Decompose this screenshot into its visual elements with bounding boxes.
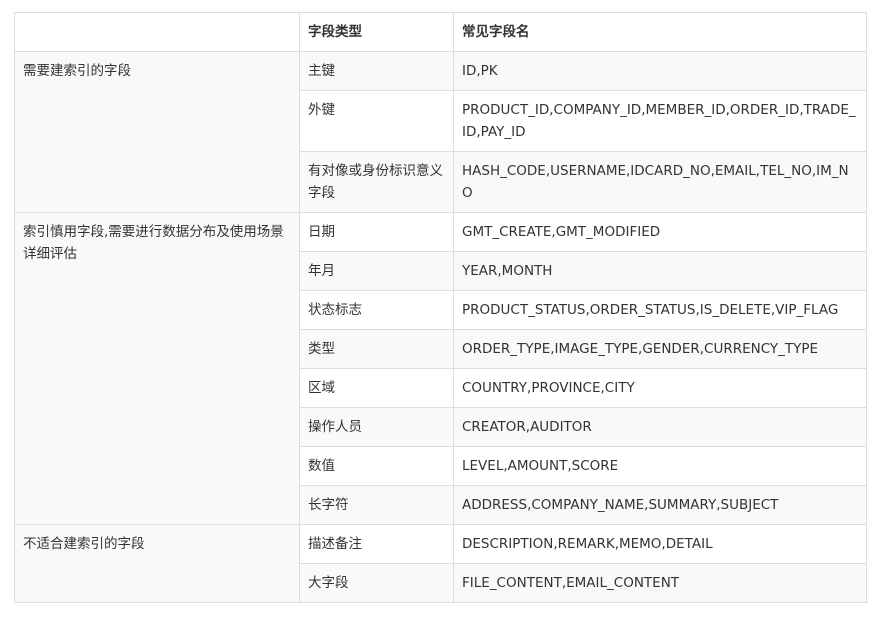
field-names-cell: CREATOR,AUDITOR — [453, 407, 867, 447]
field-names-cell: ADDRESS,COMPANY_NAME,SUMMARY,SUBJECT — [453, 485, 867, 525]
index-field-table-container: 字段类型 常见字段名 需要建索引的字段 主键 ID,PK 外键 PRODUCT_ID,C… — [14, 12, 867, 603]
field-names-cell: PRODUCT_STATUS,ORDER_STATUS,IS_DELETE,VI… — [453, 290, 867, 330]
field-type-cell: 大字段 — [299, 563, 454, 603]
field-type-cell: 日期 — [299, 212, 454, 252]
field-names-cell: FILE_CONTENT,EMAIL_CONTENT — [453, 563, 867, 603]
table-row: 不适合建索引的字段 描述备注 DESCRIPTION,REMARK,MEMO,DET… — [14, 524, 867, 603]
category-cell: 索引慎用字段,需要进行数据分布及使用场景详细评估 — [14, 212, 300, 525]
field-names-cell: DESCRIPTION,REMARK,MEMO,DETAIL — [453, 524, 867, 564]
field-type-cell: 外键 — [299, 90, 454, 152]
header-category — [14, 12, 300, 52]
field-names-cell: HASH_CODE,USERNAME,IDCARD_NO,EMAIL,TEL_N… — [453, 151, 867, 213]
field-type-cell: 有对像或身份标识意义字段 — [299, 151, 454, 213]
category-cell: 需要建索引的字段 — [14, 51, 300, 213]
field-type-cell: 操作人员 — [299, 407, 454, 447]
category-cell: 不适合建索引的字段 — [14, 524, 300, 603]
field-names-cell: PRODUCT_ID,COMPANY_ID,MEMBER_ID,ORDER_ID… — [453, 90, 867, 152]
field-names-cell: YEAR,MONTH — [453, 251, 867, 291]
field-names-cell: ORDER_TYPE,IMAGE_TYPE,GENDER,CURRENCY_TY… — [453, 329, 867, 369]
field-type-cell: 长字符 — [299, 485, 454, 525]
index-field-table: 字段类型 常见字段名 需要建索引的字段 主键 ID,PK 外键 PRODUCT_ID,C… — [14, 12, 867, 603]
field-names-cell: COUNTRY,PROVINCE,CITY — [453, 368, 867, 408]
header-field-type: 字段类型 — [299, 12, 454, 52]
field-type-cell: 描述备注 — [299, 524, 454, 564]
table-header-row: 字段类型 常见字段名 — [14, 12, 867, 52]
field-type-cell: 数值 — [299, 446, 454, 486]
table-body: 需要建索引的字段 主键 ID,PK 外键 PRODUCT_ID,COMPANY_ID,M… — [14, 51, 867, 603]
header-field-names: 常见字段名 — [453, 12, 867, 52]
field-type-cell: 状态标志 — [299, 290, 454, 330]
field-names-cell: LEVEL,AMOUNT,SCORE — [453, 446, 867, 486]
field-type-cell: 年月 — [299, 251, 454, 291]
field-type-cell: 主键 — [299, 51, 454, 91]
table-row: 索引慎用字段,需要进行数据分布及使用场景详细评估 日期 GMT_CREATE,GMT… — [14, 212, 867, 525]
field-type-cell: 类型 — [299, 329, 454, 369]
field-names-cell: ID,PK — [453, 51, 867, 91]
field-type-cell: 区域 — [299, 368, 454, 408]
field-names-cell: GMT_CREATE,GMT_MODIFIED — [453, 212, 867, 252]
table-row: 需要建索引的字段 主键 ID,PK — [14, 51, 867, 213]
